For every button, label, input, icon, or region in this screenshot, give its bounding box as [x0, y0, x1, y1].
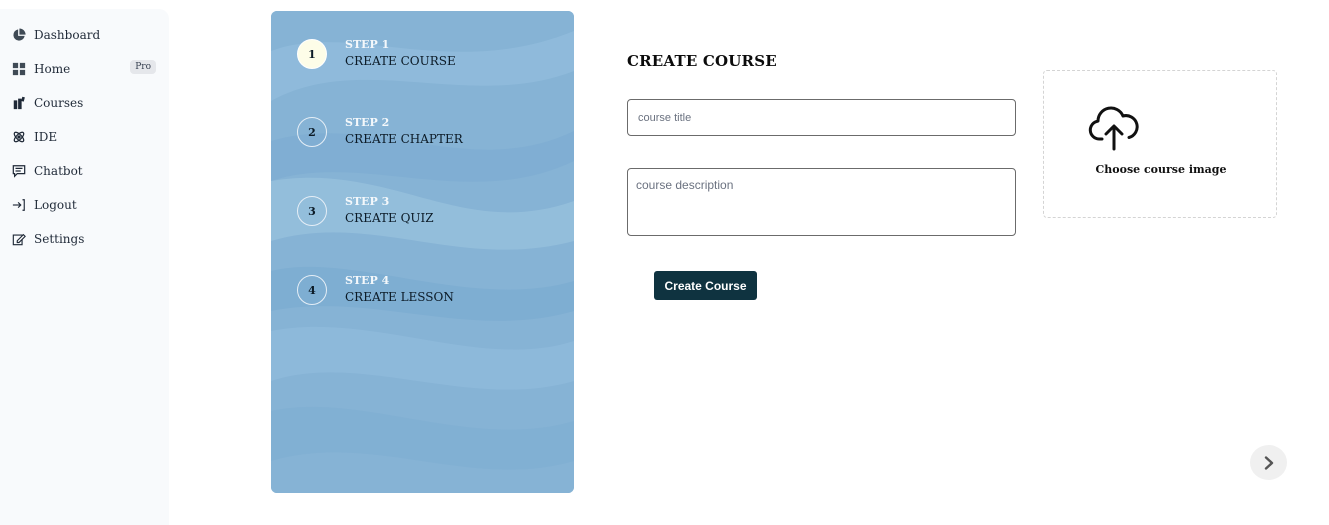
sidebar-item-label: Dashboard [34, 28, 101, 42]
sidebar-item-chatbot[interactable]: Chatbot [12, 160, 158, 182]
wave-background [271, 11, 574, 493]
upload-label: Choose course image [1095, 163, 1227, 176]
sidebar-item-ide[interactable]: IDE [12, 126, 158, 148]
pro-badge: Pro [130, 60, 156, 74]
sidebar-item-label: Chatbot [34, 164, 83, 178]
step-4[interactable]: 4 STEP 4 CREATE LESSON [297, 274, 454, 306]
step-label: STEP 3 [345, 195, 390, 208]
sidebar-item-label: IDE [34, 130, 58, 144]
step-label: STEP 4 [345, 274, 390, 287]
course-description-input[interactable] [627, 168, 1016, 236]
next-step-button[interactable] [1250, 445, 1287, 480]
pie-chart-icon [12, 28, 26, 42]
chevron-right-icon [1264, 455, 1273, 470]
sidebar-item-label: Settings [34, 232, 85, 246]
grid-icon [12, 62, 26, 76]
step-number-circle: 3 [297, 196, 327, 226]
step-number-circle: 1 [297, 39, 327, 69]
step-1[interactable]: 1 STEP 1 CREATE COURSE [297, 38, 456, 70]
step-2[interactable]: 2 STEP 2 CREATE CHAPTER [297, 116, 463, 148]
cloud-upload-icon [1088, 106, 1139, 151]
step-name: CREATE CHAPTER [345, 132, 463, 146]
sidebar: Dashboard Home Pro Courses IDE Chatbot L… [0, 9, 169, 525]
step-label: STEP 1 [345, 38, 390, 51]
sidebar-item-settings[interactable]: Settings [12, 228, 158, 250]
edit-settings-icon [12, 232, 26, 246]
logout-icon [12, 198, 26, 212]
create-course-button[interactable]: Create Course [654, 271, 757, 300]
step-name: CREATE LESSON [345, 290, 454, 304]
sidebar-item-label: Courses [34, 96, 84, 110]
chat-icon [12, 164, 26, 178]
books-icon [12, 96, 26, 110]
image-upload-dropzone[interactable]: Choose course image [1043, 70, 1277, 218]
sidebar-item-logout[interactable]: Logout [12, 194, 158, 216]
step-name: CREATE COURSE [345, 54, 456, 68]
sidebar-item-label: Home [34, 62, 71, 76]
sidebar-item-dashboard[interactable]: Dashboard [12, 24, 158, 46]
sidebar-item-label: Logout [34, 198, 77, 212]
form-title: CREATE COURSE [627, 52, 777, 70]
atom-icon [12, 130, 26, 144]
course-title-input[interactable] [627, 99, 1016, 136]
sidebar-item-courses[interactable]: Courses [12, 92, 158, 114]
step-number-circle: 2 [297, 117, 327, 147]
step-name: CREATE QUIZ [345, 211, 434, 225]
step-3[interactable]: 3 STEP 3 CREATE QUIZ [297, 195, 434, 227]
steps-panel: 1 STEP 1 CREATE COURSE 2 STEP 2 CREATE C… [271, 11, 574, 493]
sidebar-item-home[interactable]: Home Pro [12, 58, 158, 80]
step-number-circle: 4 [297, 275, 327, 305]
step-label: STEP 2 [345, 116, 390, 129]
